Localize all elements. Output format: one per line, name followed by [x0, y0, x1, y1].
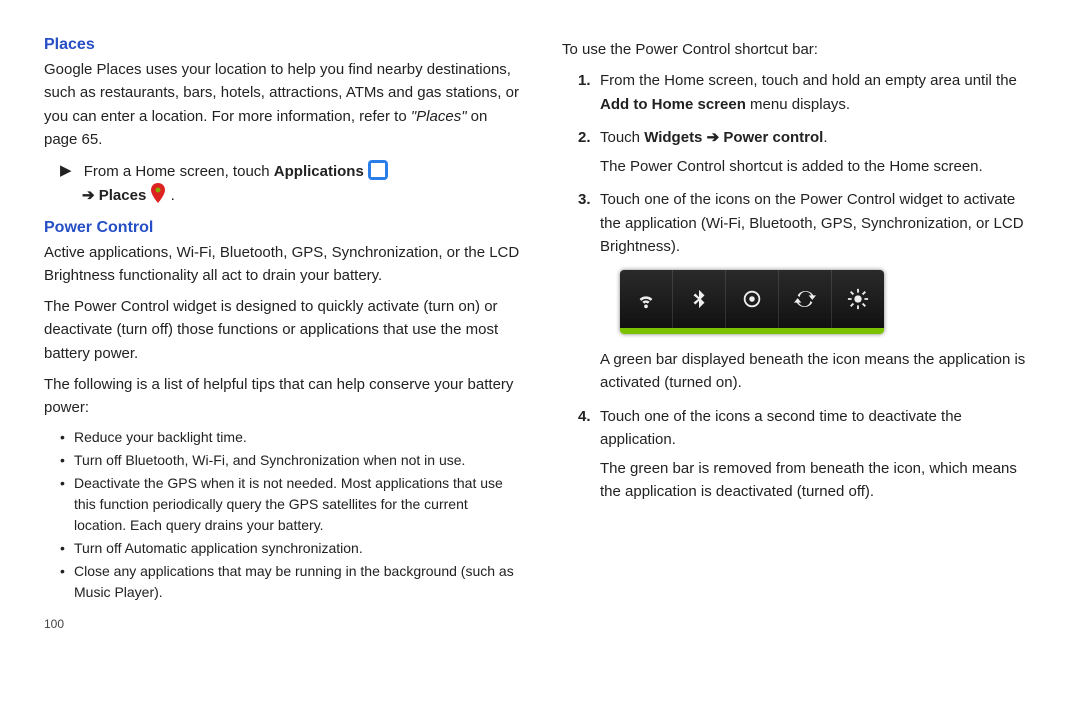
- wifi-icon: [635, 288, 657, 310]
- sync-icon: [794, 288, 816, 310]
- places-ref: "Places": [411, 108, 467, 125]
- step-1: 1. From the Home screen, touch and hold …: [578, 69, 1040, 116]
- step3-follow: A green bar displayed beneath the icon m…: [600, 348, 1040, 395]
- wifi-toggle[interactable]: [620, 270, 673, 328]
- heading-power-control: Power Control: [44, 219, 522, 237]
- step-2: 2. Touch Widgets ➔ Power control. The Po…: [578, 126, 1040, 179]
- sync-toggle[interactable]: [779, 270, 832, 328]
- tip-item: Reduce your backlight time.: [60, 427, 522, 448]
- power-p1: Active applications, Wi-Fi, Bluetooth, G…: [44, 241, 522, 288]
- step-num: 2.: [578, 126, 591, 149]
- step-lead: From a Home screen, touch: [84, 163, 274, 180]
- gps-icon: [741, 288, 763, 310]
- widgets-label: Widgets: [644, 129, 702, 146]
- step1-text-a: From the Home screen, touch and hold an …: [600, 72, 1017, 89]
- left-column: Places Google Places uses your location …: [44, 34, 522, 631]
- arrow-icon: ➔: [702, 129, 723, 146]
- step-period: .: [171, 187, 175, 204]
- power-tips-list: Reduce your backlight time. Turn off Blu…: [60, 427, 522, 603]
- power-control-widget: [620, 270, 884, 334]
- power-control-label: Power control: [723, 129, 823, 146]
- step4-text: Touch one of the icons a second time to …: [600, 408, 962, 448]
- triangle-bullet-icon: ▶: [60, 159, 72, 182]
- bluetooth-icon: [688, 288, 710, 310]
- step2-follow: The Power Control shortcut is added to t…: [600, 155, 1040, 178]
- brightness-icon: [847, 288, 869, 310]
- step-num: 4.: [578, 405, 591, 428]
- places-body: Google Places uses your location to help…: [44, 58, 522, 151]
- applications-icon: [368, 160, 388, 180]
- right-column: To use the Power Control shortcut bar: 1…: [562, 34, 1040, 631]
- step-4: 4. Touch one of the icons a second time …: [578, 405, 1040, 504]
- heading-places: Places: [44, 36, 522, 54]
- tip-item: Turn off Automatic application synchroni…: [60, 538, 522, 559]
- places-pin-icon: [150, 183, 166, 210]
- step2-text-d: .: [823, 129, 827, 146]
- right-intro: To use the Power Control shortcut bar:: [562, 38, 1040, 61]
- step-3: 3. Touch one of the icons on the Power C…: [578, 188, 1040, 394]
- step3-text: Touch one of the icons on the Power Cont…: [600, 191, 1024, 255]
- power-p2: The Power Control widget is designed to …: [44, 295, 522, 365]
- page-number: 100: [44, 617, 522, 631]
- widget-active-bar: [620, 328, 884, 334]
- places-step: ▶ From a Home screen, touch Applications…: [60, 159, 522, 211]
- bluetooth-toggle[interactable]: [673, 270, 726, 328]
- manual-page: Places Google Places uses your location …: [0, 0, 1080, 651]
- places-label: Places: [99, 187, 147, 204]
- tip-item: Turn off Bluetooth, Wi-Fi, and Synchroni…: [60, 450, 522, 471]
- step-num: 3.: [578, 188, 591, 211]
- power-p3: The following is a list of helpful tips …: [44, 373, 522, 420]
- tip-item: Deactivate the GPS when it is not needed…: [60, 473, 522, 536]
- brightness-toggle[interactable]: [832, 270, 884, 328]
- step2-text-a: Touch: [600, 129, 644, 146]
- step1-text-c: menu displays.: [746, 96, 850, 113]
- arrow-icon: ➔: [82, 187, 95, 204]
- step-num: 1.: [578, 69, 591, 92]
- step4-follow: The green bar is removed from beneath th…: [600, 457, 1040, 504]
- gps-toggle[interactable]: [726, 270, 779, 328]
- add-to-home-label: Add to Home screen: [600, 96, 746, 113]
- tip-item: Close any applications that may be runni…: [60, 561, 522, 603]
- steps-list: 1. From the Home screen, touch and hold …: [578, 69, 1040, 503]
- applications-label: Applications: [274, 163, 364, 180]
